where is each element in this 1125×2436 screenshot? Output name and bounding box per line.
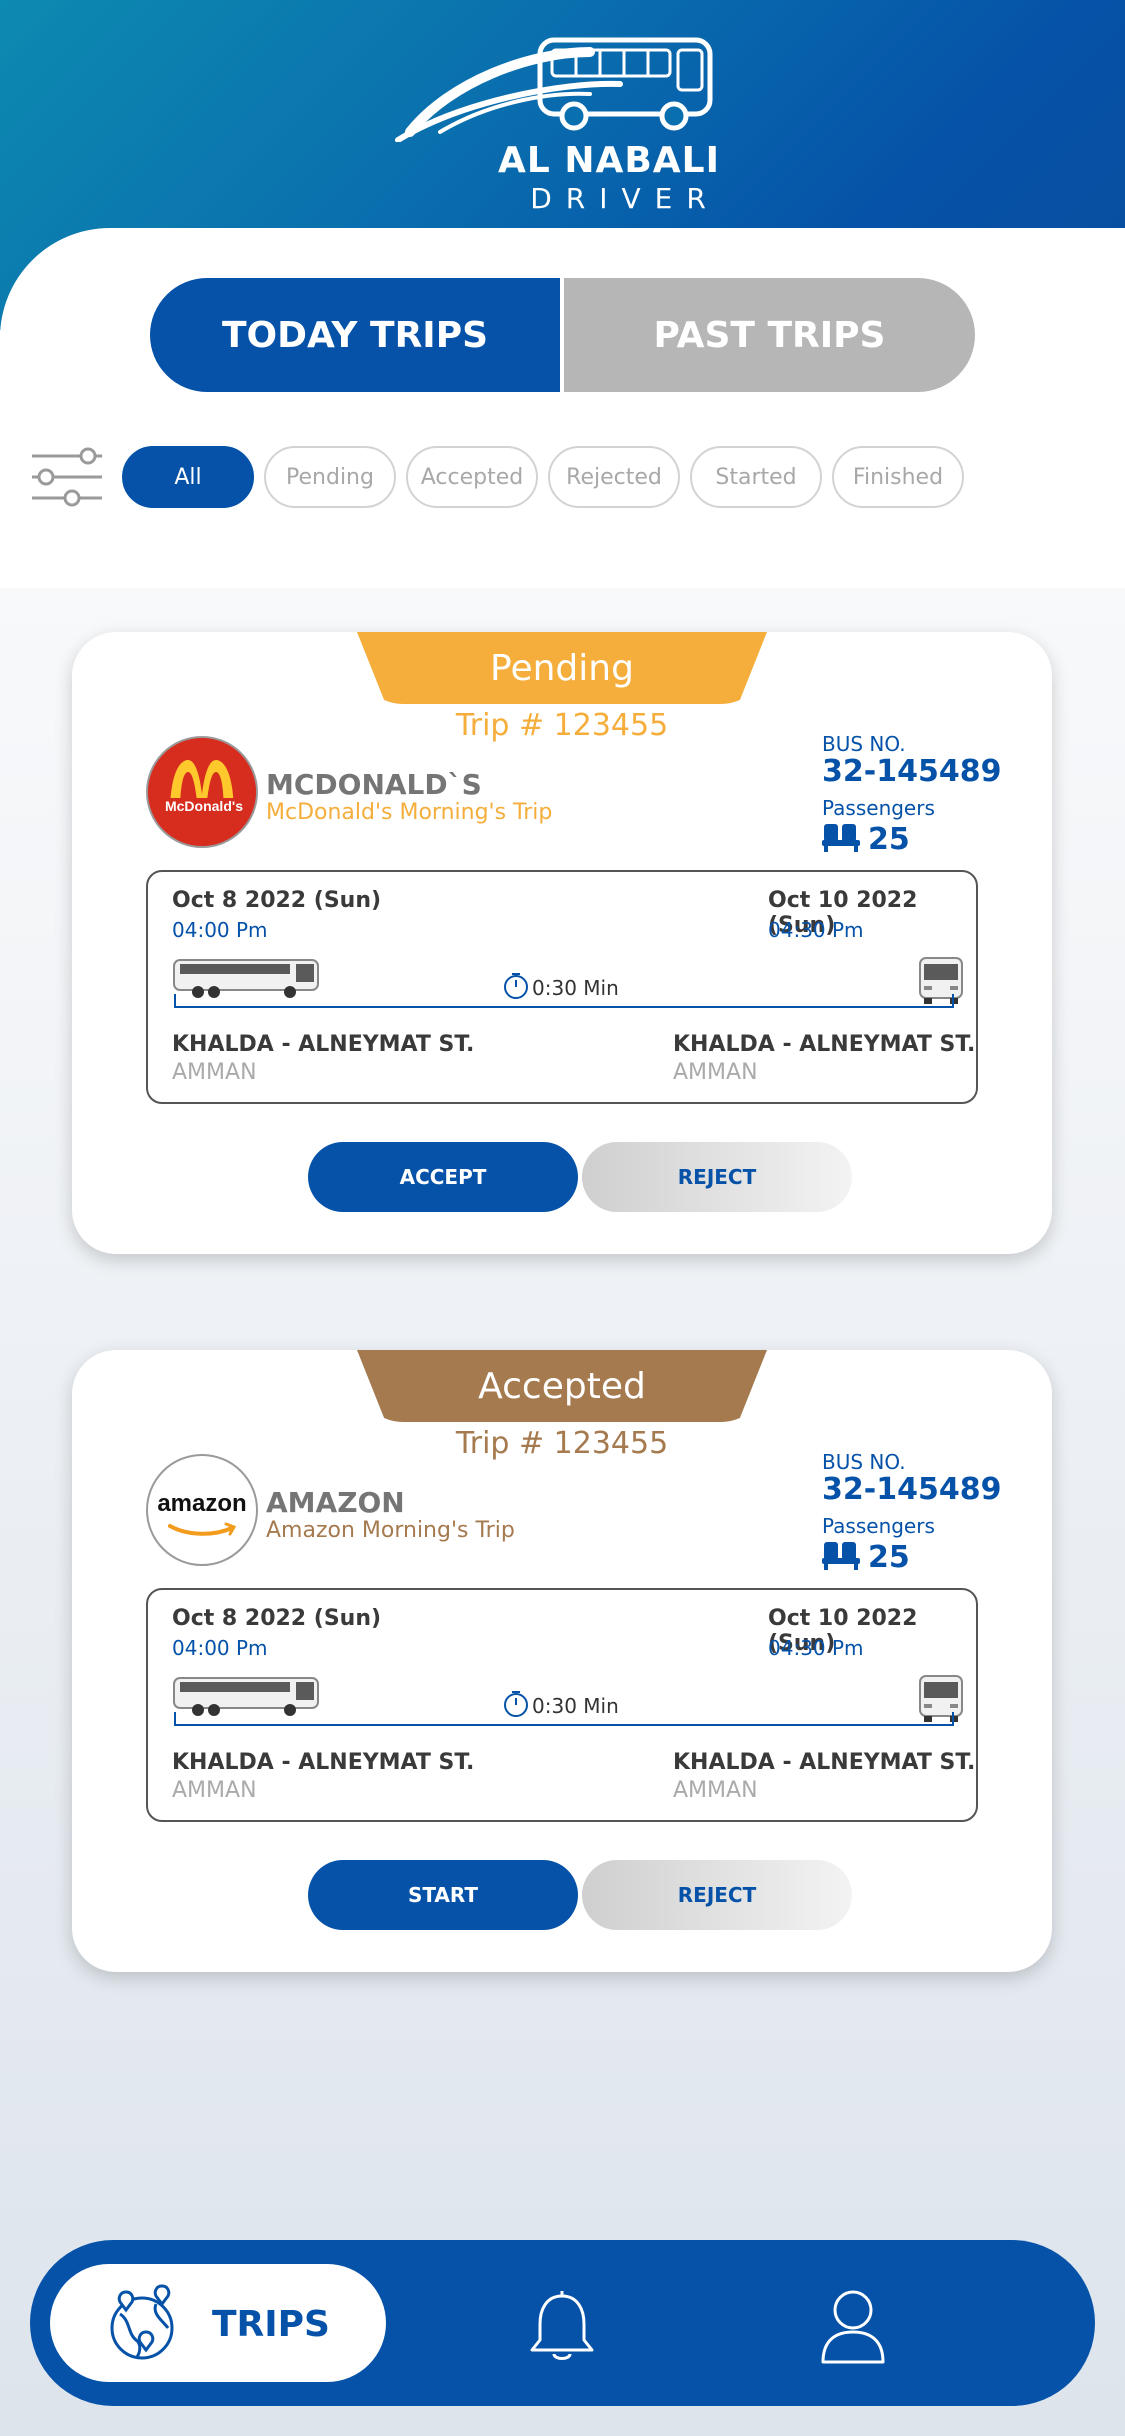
company-logo: McDonald's: [146, 736, 258, 848]
bus-front-icon: [919, 957, 963, 1004]
origin-location: KHALDA - ALNEYMAT ST.: [172, 1032, 475, 1057]
filter-chip-pending[interactable]: Pending: [264, 446, 396, 508]
bus-front-icon: [919, 1675, 963, 1722]
company-logo-text: McDonald's: [164, 798, 243, 814]
destination-location: KHALDA - ALNEYMAT ST.: [673, 1032, 976, 1057]
bus-number-label: BUS NO.: [822, 732, 906, 756]
trips-globe-icon: [110, 2284, 174, 2360]
departure-time: 04:00 Pm: [172, 918, 268, 942]
status-badge: Accepted: [357, 1350, 767, 1422]
route-box: Oct 8 2022 (Sun) 04:00 Pm Oct 10 2022 (S…: [146, 870, 978, 1104]
route-start-marker: [174, 1712, 176, 1726]
bell-icon[interactable]: [528, 2290, 596, 2364]
route-line: [174, 1006, 954, 1008]
amazon-smile-icon: [168, 1522, 237, 1536]
bus-number: 32-145489: [822, 1472, 1002, 1507]
route-start-marker: [174, 994, 176, 1008]
route-line: [174, 1724, 954, 1726]
trip-card[interactable]: Pending Trip # 123455 McDonald's MCDONAL…: [72, 632, 1052, 1254]
filter-sliders-icon[interactable]: [30, 446, 104, 508]
seat-icon: [822, 824, 860, 852]
bus-number: 32-145489: [822, 754, 1002, 789]
nav-trips-label: TRIPS: [212, 2304, 330, 2345]
start-button[interactable]: START: [308, 1860, 578, 1930]
filter-chip-all[interactable]: All: [122, 446, 254, 508]
tab-today-trips[interactable]: TODAY TRIPS: [150, 278, 560, 392]
origin-location: KHALDA - ALNEYMAT ST.: [172, 1750, 475, 1775]
timer-icon: [504, 973, 528, 999]
trip-tabs: TODAY TRIPS PAST TRIPS: [150, 278, 975, 392]
bus-number-label: BUS NO.: [822, 1450, 906, 1474]
brand-subtitle: DRIVER: [530, 182, 720, 215]
departure-date: Oct 8 2022 (Sun): [172, 888, 382, 913]
status-badge: Pending: [357, 632, 767, 704]
timer-icon: [504, 1691, 528, 1717]
reject-button[interactable]: REJECT: [582, 1142, 852, 1212]
trip-description: McDonald's Morning's Trip: [266, 800, 553, 825]
route-end-marker: [952, 1712, 954, 1726]
destination-city: AMMAN: [673, 1060, 758, 1085]
seat-icon: [822, 1542, 860, 1570]
route-end-marker: [952, 994, 954, 1008]
company-name: AMAZON: [266, 1486, 405, 1519]
filter-chip-started[interactable]: Started: [690, 446, 822, 508]
nav-item-trips[interactable]: TRIPS: [50, 2264, 386, 2382]
bus-logo-icon: [395, 37, 713, 143]
filter-chip-accepted[interactable]: Accepted: [406, 446, 538, 508]
filter-chip-finished[interactable]: Finished: [832, 446, 964, 508]
accept-button[interactable]: ACCEPT: [308, 1142, 578, 1212]
brand-logo: AL NABALI DRIVER: [390, 22, 730, 222]
origin-city: AMMAN: [172, 1778, 257, 1803]
bus-side-icon: [173, 959, 319, 998]
arrival-time: 04:30 Pm: [768, 918, 864, 942]
passenger-count: 25: [868, 822, 910, 857]
user-icon[interactable]: [820, 2288, 886, 2364]
route-box: Oct 8 2022 (Sun) 04:00 Pm Oct 10 2022 (S…: [146, 1588, 978, 1822]
departure-time: 04:00 Pm: [172, 1636, 268, 1660]
mcdonalds-logo-icon: [148, 738, 256, 846]
passengers-label: Passengers: [822, 1514, 935, 1538]
trip-card[interactable]: Accepted Trip # 123455 amazon AMAZON Ama…: [72, 1350, 1052, 1972]
destination-location: KHALDA - ALNEYMAT ST.: [673, 1750, 976, 1775]
company-name: MCDONALD`S: [266, 768, 482, 801]
passengers-label: Passengers: [822, 796, 935, 820]
arrival-time: 04:30 Pm: [768, 1636, 864, 1660]
trip-description: Amazon Morning's Trip: [266, 1518, 515, 1543]
origin-city: AMMAN: [172, 1060, 257, 1085]
trip-duration: 0:30 Min: [532, 976, 619, 1000]
tab-past-trips[interactable]: PAST TRIPS: [564, 278, 975, 392]
bus-side-icon: [173, 1677, 319, 1716]
brand-name: AL NABALI: [498, 140, 720, 181]
reject-button[interactable]: REJECT: [582, 1860, 852, 1930]
status-filter-bar: All Pending Accepted Rejected Started Fi…: [30, 440, 1110, 510]
passenger-count: 25: [868, 1540, 910, 1575]
filter-chip-rejected[interactable]: Rejected: [548, 446, 680, 508]
departure-date: Oct 8 2022 (Sun): [172, 1606, 382, 1631]
trip-duration: 0:30 Min: [532, 1694, 619, 1718]
company-logo: amazon: [146, 1454, 258, 1566]
company-logo-text: amazon: [157, 1490, 247, 1517]
bottom-nav: TRIPS: [30, 2240, 1095, 2406]
destination-city: AMMAN: [673, 1778, 758, 1803]
